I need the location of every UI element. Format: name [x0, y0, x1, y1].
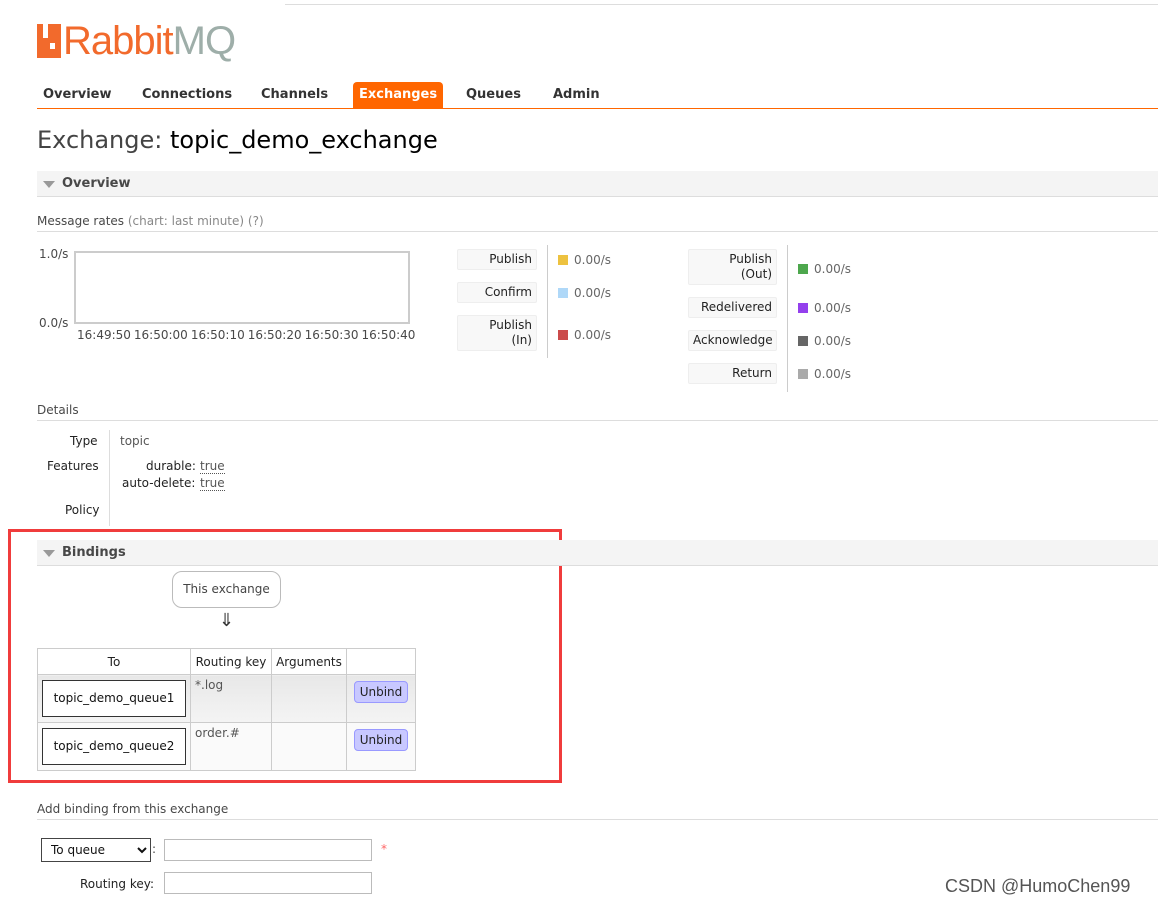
- watermark: CSDN @HumoChen99: [945, 876, 1131, 896]
- policy-label: Policy: [65, 503, 100, 517]
- durable-value[interactable]: true: [200, 459, 225, 474]
- required-marker: *: [381, 842, 387, 856]
- tab-admin[interactable]: Admin: [547, 82, 606, 108]
- legend-item-publish[interactable]: Publish: [457, 249, 537, 270]
- legend-value: 0.00/s: [798, 262, 851, 276]
- legend-divider: [787, 245, 788, 392]
- collapse-triangle-icon: [43, 181, 55, 188]
- legend-item-return[interactable]: Return: [688, 363, 777, 384]
- legend-divider: [547, 245, 548, 358]
- x-axis: 16:49:50 16:50:00 16:50:10 16:50:20 16:50:30…: [77, 328, 415, 342]
- colon: :: [152, 842, 157, 856]
- legend-swatch: [798, 369, 808, 379]
- legend-item-publish-in[interactable]: Publish (In): [457, 315, 537, 351]
- legend-value: 0.00/s: [798, 301, 851, 315]
- table-header: To Routing key Arguments: [37, 648, 416, 675]
- table-row: topic_demo_queue2 order.# Unbind: [37, 722, 416, 771]
- table-row: topic_demo_queue1 *.log Unbind: [37, 674, 416, 723]
- legend-value: 0.00/s: [558, 328, 611, 342]
- unbind-button[interactable]: Unbind: [353, 729, 409, 751]
- routing-key-label: Routing key:: [80, 877, 154, 891]
- type-value: topic: [120, 434, 150, 448]
- legend-item-confirm[interactable]: Confirm: [457, 282, 537, 303]
- destination-type-select[interactable]: To queue: [41, 838, 151, 862]
- x-tick: 16:50:10: [190, 328, 245, 342]
- legend-value: 0.00/s: [798, 367, 851, 381]
- message-rates-chart: [74, 251, 410, 324]
- rates-help[interactable]: (chart: last minute) (?): [128, 214, 264, 228]
- routing-key-input[interactable]: [164, 872, 372, 894]
- tab-overview[interactable]: Overview: [37, 82, 118, 108]
- unbind-button[interactable]: Unbind: [353, 681, 409, 703]
- legend-item-redelivered[interactable]: Redelivered: [688, 297, 777, 318]
- bindings-section-header[interactable]: Bindings: [37, 540, 1158, 566]
- durable-label: durable:: [146, 459, 196, 473]
- tab-exchanges[interactable]: Exchanges: [353, 82, 444, 108]
- legend-swatch: [798, 336, 808, 346]
- legend-item-acknowledge[interactable]: Acknowledge: [688, 330, 777, 351]
- legend-swatch: [558, 255, 568, 265]
- message-rates-heading: Message rates (chart: last minute) (?): [37, 214, 1158, 232]
- queue-link[interactable]: topic_demo_queue2: [42, 728, 186, 765]
- details-divider: [109, 430, 110, 526]
- overview-section-header[interactable]: Overview: [37, 171, 1158, 197]
- auto-delete-label: auto-delete:: [122, 476, 196, 490]
- x-tick: 16:49:50: [77, 328, 131, 342]
- logo-text-mq: MQ: [172, 19, 236, 63]
- y-tick: 0.0/s: [39, 316, 69, 330]
- arguments: [271, 674, 347, 723]
- legend-swatch: [798, 264, 808, 274]
- legend-value: 0.00/s: [558, 253, 611, 267]
- legend-value: 0.00/s: [798, 334, 851, 348]
- top-divider: [285, 4, 1158, 5]
- col-to: To: [37, 648, 191, 675]
- col-actions: [346, 648, 416, 675]
- x-tick: 16:50:00: [133, 328, 188, 342]
- arguments: [271, 722, 347, 771]
- features-label: Features: [47, 459, 99, 473]
- page-title: Exchange: topic_demo_exchange: [37, 126, 438, 154]
- legend-swatch: [558, 330, 568, 340]
- legend-swatch: [798, 303, 808, 313]
- routing-key: order.#: [190, 722, 272, 771]
- x-tick: 16:50:40: [361, 328, 416, 342]
- logo-text: Rabbit: [63, 19, 174, 63]
- main-nav: Overview Connections Channels Exchanges …: [37, 82, 1158, 109]
- tab-queues[interactable]: Queues: [460, 82, 527, 108]
- legend-item-publish-out[interactable]: Publish (Out): [688, 249, 777, 285]
- type-label: Type: [70, 434, 98, 448]
- collapse-triangle-icon: [43, 550, 55, 557]
- down-arrow-icon: ⇓: [219, 610, 235, 631]
- rabbitmq-logo[interactable]: RabbitMQ: [37, 21, 236, 61]
- x-tick: 16:50:30: [304, 328, 359, 342]
- x-tick: 16:50:20: [247, 328, 302, 342]
- queue-link[interactable]: topic_demo_queue1: [42, 680, 186, 717]
- col-arguments: Arguments: [271, 648, 347, 675]
- legend-swatch: [558, 288, 568, 298]
- y-tick: 1.0/s: [39, 247, 69, 261]
- destination-input[interactable]: [164, 839, 372, 861]
- bindings-table: To Routing key Arguments topic_demo_queu…: [37, 648, 416, 771]
- legend-value: 0.00/s: [558, 286, 611, 300]
- col-routing-key: Routing key: [190, 648, 272, 675]
- rabbit-icon: [37, 24, 61, 58]
- tab-connections[interactable]: Connections: [136, 82, 238, 108]
- routing-key: *.log: [190, 674, 272, 723]
- add-binding-heading: Add binding from this exchange: [37, 802, 1158, 820]
- auto-delete-value[interactable]: true: [200, 476, 225, 491]
- details-heading: Details: [37, 403, 1158, 421]
- this-exchange-box: This exchange: [172, 571, 281, 608]
- tab-channels[interactable]: Channels: [255, 82, 334, 108]
